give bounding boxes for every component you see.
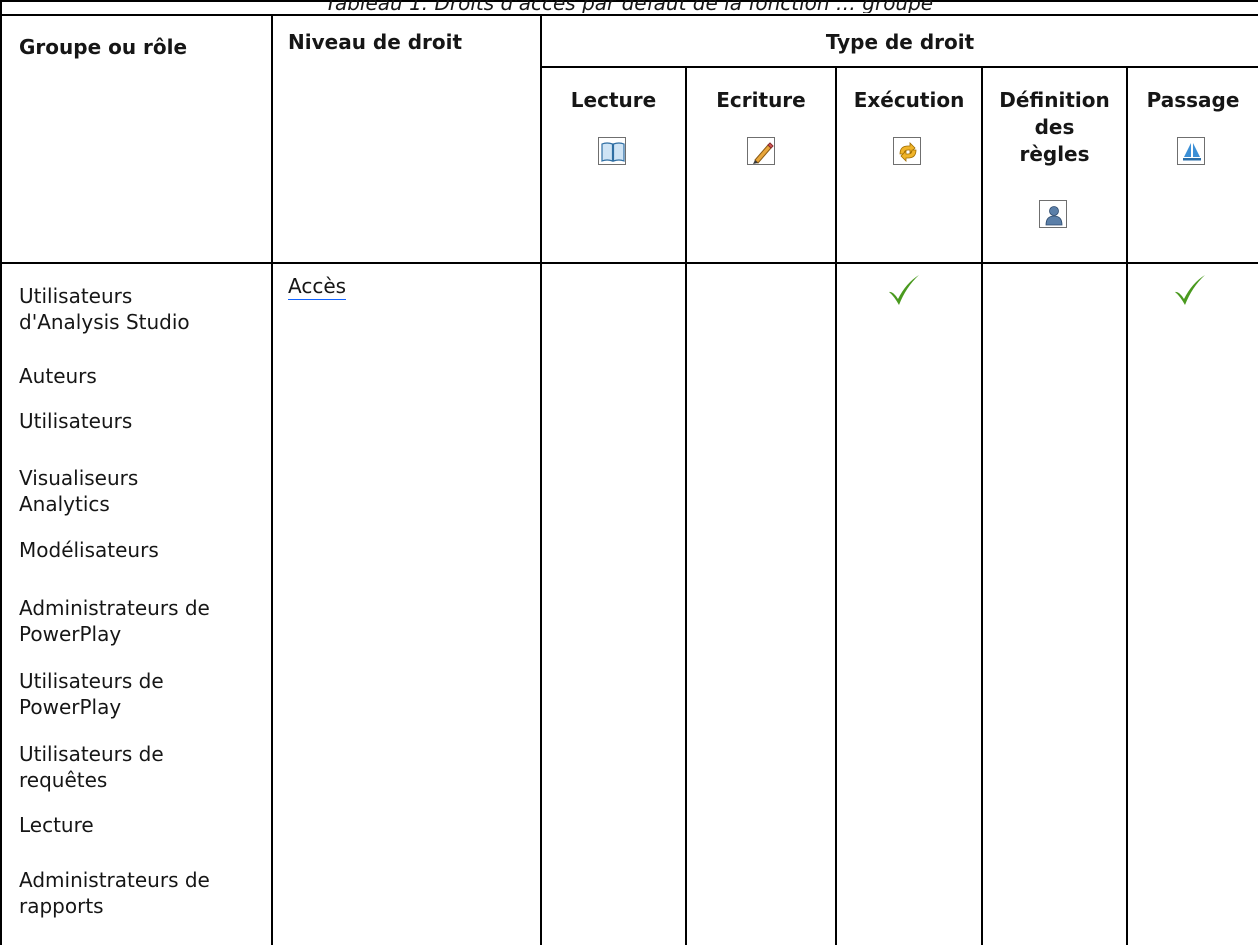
header-group-role: Groupe ou rôle bbox=[19, 35, 188, 59]
table-caption-strip: Tableau 1. Droits d'accès par défaut de … bbox=[0, 0, 1258, 16]
header-definition-line2: des bbox=[1034, 115, 1075, 139]
group-readers: Lecture bbox=[19, 813, 94, 837]
header-passage: Passage bbox=[1146, 88, 1240, 112]
col-divider-2 bbox=[540, 14, 542, 945]
col-divider-6 bbox=[1126, 66, 1128, 945]
pencil-icon bbox=[747, 137, 775, 165]
group-report-admins: Administrateurs de rapports bbox=[19, 868, 210, 918]
col-divider-3 bbox=[685, 66, 687, 945]
group-modelers: Modélisateurs bbox=[19, 538, 159, 562]
header-permission-type: Type de droit bbox=[825, 30, 975, 54]
access-link[interactable]: Accès bbox=[288, 274, 347, 300]
group-powerplay-users: Utilisateurs de PowerPlay bbox=[19, 669, 164, 719]
traverse-sailboat-icon bbox=[1177, 137, 1205, 165]
header-permission-level: Niveau de droit bbox=[288, 30, 463, 54]
table-border-left bbox=[0, 14, 2, 945]
table-border-top bbox=[0, 14, 1258, 16]
execute-arrows-icon bbox=[893, 137, 921, 165]
book-icon bbox=[598, 137, 626, 165]
header-bottom-rule bbox=[0, 262, 1258, 264]
group-analytics-viewers: Visualiseurs Analytics bbox=[19, 466, 139, 516]
col-divider-1 bbox=[271, 14, 273, 945]
col-divider-5 bbox=[981, 66, 983, 945]
header-execution: Exécution bbox=[853, 88, 965, 112]
header-definition-line3: règles bbox=[1019, 142, 1090, 166]
table-caption: Tableau 1. Droits d'accès par défaut de … bbox=[324, 0, 934, 13]
group-query-users: Utilisateurs de requêtes bbox=[19, 742, 164, 792]
header-lecture: Lecture bbox=[570, 88, 657, 112]
header-ecriture: Ecriture bbox=[716, 88, 806, 112]
user-policy-icon bbox=[1039, 200, 1067, 228]
group-authors: Auteurs bbox=[19, 364, 97, 388]
type-subheader-rule bbox=[540, 66, 1258, 68]
col-divider-4 bbox=[835, 66, 837, 945]
group-powerplay-admins: Administrateurs de PowerPlay bbox=[19, 596, 210, 646]
group-users: Utilisateurs bbox=[19, 409, 133, 433]
passage-check-icon bbox=[1172, 272, 1208, 312]
header-definition-line1: Définition bbox=[999, 88, 1110, 112]
group-analysis-studio-users: Utilisateurs d'Analysis Studio bbox=[19, 284, 190, 334]
execution-check-icon bbox=[886, 272, 922, 312]
